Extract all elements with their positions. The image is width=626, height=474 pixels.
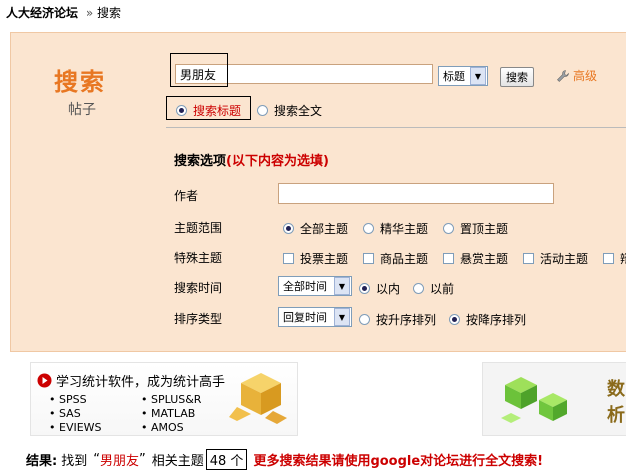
ad-item: • EVIEWS — [49, 421, 102, 434]
ad-banner-analysis[interactable]: 数 析 — [482, 362, 626, 436]
breadcrumb-separator: » — [85, 6, 94, 20]
keyword-highlight-box — [170, 53, 228, 87]
radio-unselected[interactable] — [257, 105, 268, 116]
scope-title-option[interactable]: 搜索标题 — [176, 102, 241, 119]
checkbox[interactable] — [363, 253, 374, 264]
special-debate-label: 辩 — [620, 250, 626, 267]
author-input[interactable] — [278, 183, 554, 204]
advanced-link-label: 高级 — [573, 69, 598, 83]
breadcrumb-current: 搜索 — [97, 6, 122, 20]
options-title-text: 搜索选项 — [174, 154, 227, 169]
radio-unselected[interactable] — [363, 223, 374, 234]
time-within-option[interactable]: 以内 — [359, 280, 400, 297]
checkbox[interactable] — [443, 253, 454, 264]
special-label: 特殊主题 — [174, 251, 223, 265]
google-search-hint[interactable]: 更多搜索结果请使用google对论坛进行全文搜索! — [253, 450, 543, 469]
search-button[interactable]: 搜索 — [500, 67, 534, 87]
breadcrumb-forum-link[interactable]: 人大经济论坛 — [6, 6, 78, 20]
page-title: 搜索 — [54, 68, 106, 96]
sort-select-value: 回复时间 — [283, 311, 327, 324]
checkbox[interactable] — [523, 253, 534, 264]
sort-label: 排序类型 — [174, 312, 223, 326]
result-quote-close: ” — [138, 452, 146, 467]
result-related-text: 相关主题 — [151, 454, 204, 469]
special-poll-label: 投票主题 — [300, 252, 349, 266]
ad-item: • MATLAB — [141, 407, 196, 420]
ad-right-text-2: 析 — [607, 405, 625, 426]
special-reward-label: 悬赏主题 — [460, 252, 509, 266]
ad-item: • AMOS — [141, 421, 184, 434]
wrench-icon — [557, 69, 569, 82]
result-count: 48 个 — [205, 449, 248, 470]
special-trade-option[interactable]: 商品主题 — [363, 250, 428, 267]
range-sticky-option[interactable]: 置顶主题 — [443, 220, 508, 237]
result-keyword: 男朋友 — [99, 454, 139, 469]
special-debate-option[interactable]: 辩 — [603, 250, 626, 267]
scope-fulltext-label: 搜索全文 — [274, 104, 323, 118]
play-icon — [37, 373, 52, 388]
breadcrumb: 人大经济论坛 » 搜索 — [6, 4, 121, 21]
range-sticky-label: 置顶主题 — [460, 222, 509, 236]
sort-select[interactable]: 回复时间 ▼ — [278, 307, 352, 327]
range-label: 主题范围 — [174, 221, 223, 235]
time-before-option[interactable]: 以前 — [413, 280, 454, 297]
ad-headline-text: 学习统计软件，成为统计高手 — [56, 375, 226, 390]
time-within-label: 以内 — [376, 282, 401, 296]
radio-selected[interactable] — [176, 105, 187, 116]
radio-selected[interactable] — [449, 314, 460, 325]
time-select[interactable]: 全部时间 ▼ — [278, 276, 352, 296]
ad-right-text: 数 析 — [607, 377, 625, 429]
special-poll-option[interactable]: 投票主题 — [283, 250, 348, 267]
dropdown-arrow-icon: ▼ — [334, 277, 350, 295]
radio-selected[interactable] — [283, 223, 294, 234]
ad-item: • SPSS — [49, 393, 87, 406]
range-all-option[interactable]: 全部主题 — [283, 220, 348, 237]
radio-selected[interactable] — [359, 283, 370, 294]
time-label: 搜索时间 — [174, 281, 223, 295]
sort-asc-option[interactable]: 按升序排列 — [359, 311, 436, 328]
sort-desc-option[interactable]: 按降序排列 — [449, 311, 526, 328]
result-quote-open: “ — [93, 452, 100, 467]
special-reward-option[interactable]: 悬赏主题 — [443, 250, 508, 267]
search-type-value: 标题 — [443, 70, 465, 83]
radio-unselected[interactable] — [359, 314, 370, 325]
ad-item: • SPLUS&R — [141, 393, 202, 406]
special-trade-label: 商品主题 — [380, 252, 429, 266]
dropdown-arrow-icon: ▼ — [334, 308, 350, 326]
scope-fulltext-option[interactable]: 搜索全文 — [257, 102, 322, 119]
page-subtitle: 帖子 — [68, 102, 96, 118]
special-activity-label: 活动主题 — [540, 252, 589, 266]
options-title: 搜索选项(以下内容为选填) — [174, 150, 329, 169]
green-cubes-graphic-icon — [501, 377, 567, 423]
ad-banner-stats-software[interactable]: 学习统计软件，成为统计高手 • SPSS • SAS • EVIEWS • SP… — [30, 362, 298, 436]
author-label: 作者 — [174, 189, 199, 203]
range-digest-label: 精华主题 — [380, 222, 429, 236]
range-all-label: 全部主题 — [300, 222, 349, 236]
search-result-summary: 结果: 找到 “ 男朋友 ” 相关主题 48 个 更多搜索结果请使用google… — [26, 449, 543, 470]
ad-headline: 学习统计软件，成为统计高手 — [37, 371, 225, 390]
ad-right-text-1: 数 — [607, 379, 625, 400]
radio-unselected[interactable] — [443, 223, 454, 234]
checkbox[interactable] — [603, 253, 614, 264]
dropdown-arrow-icon: ▼ — [470, 67, 486, 85]
search-type-select[interactable]: 标题 ▼ — [438, 66, 488, 86]
special-activity-option[interactable]: 活动主题 — [523, 250, 588, 267]
sort-asc-label: 按升序排列 — [376, 313, 437, 327]
range-digest-option[interactable]: 精华主题 — [363, 220, 428, 237]
result-found-text: 找到 — [61, 454, 88, 469]
ad-item: • SAS — [49, 407, 81, 420]
ad-items-right: • SPLUS&R • MATLAB • AMOS — [141, 393, 201, 435]
scope-title-label: 搜索标题 — [193, 104, 242, 118]
cubes-graphic-icon — [229, 373, 287, 424]
options-title-note: (以下内容为选填) — [226, 154, 329, 169]
time-select-value: 全部时间 — [283, 280, 327, 293]
ad-items-left: • SPSS • SAS • EVIEWS — [49, 393, 102, 435]
checkbox[interactable] — [283, 253, 294, 264]
time-before-label: 以前 — [430, 282, 455, 296]
divider — [166, 127, 626, 128]
sort-desc-label: 按降序排列 — [466, 313, 527, 327]
result-label: 结果: — [26, 454, 58, 469]
radio-unselected[interactable] — [413, 283, 424, 294]
advanced-search-link[interactable]: 高级 — [556, 67, 597, 84]
